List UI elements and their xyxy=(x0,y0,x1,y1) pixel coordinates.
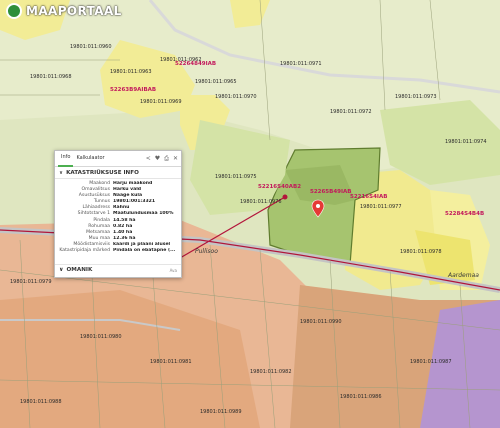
info-rows: Maakond Harju maakond Omavalitsus Harku va… xyxy=(55,179,181,254)
section-title: KATASTRIÜKSUSE INFO xyxy=(66,170,139,176)
cadastral-info-header[interactable]: ∨ KATASTRIÜKSUSE INFO xyxy=(55,167,181,179)
chevron-down-icon: ∨ xyxy=(59,170,64,176)
close-icon[interactable]: ✕ xyxy=(173,155,178,162)
share-icon[interactable]: < xyxy=(146,155,151,162)
parcel-label-highlight[interactable]: 52216S40AB2 xyxy=(258,184,301,191)
place-label: Pullisoo xyxy=(195,248,218,255)
place-label: Aardemaa xyxy=(448,272,479,279)
parcel-label[interactable]: 19801:011:0972 xyxy=(330,110,372,115)
info-row: Katastripidaja märked Pindala on ebatäpne… xyxy=(57,248,179,254)
parcel-label[interactable]: 19801:011:0975 xyxy=(215,175,257,180)
parcel-label-highlight[interactable]: 52264849IAB xyxy=(175,61,216,68)
parcel-label-highlight[interactable]: 52284S4B4B xyxy=(445,211,484,218)
parcel-info-popup[interactable]: Info Kalkulaator < ♥ ⎙ ✕ ∨ KATASTRIÜKSUS… xyxy=(54,150,182,278)
owner-title: OMANIK xyxy=(66,267,93,273)
parcel-label[interactable]: 19801:011:0971 xyxy=(280,62,322,67)
parcel-label[interactable]: 19801:011:0980 xyxy=(80,335,122,340)
parcel-label[interactable]: 19801:011:0970 xyxy=(215,95,257,100)
parcel-label[interactable]: 19801:011:0979 xyxy=(10,280,52,285)
parcel-label[interactable]: 19801:011:0977 xyxy=(360,205,402,210)
chevron-down-icon: ∨ xyxy=(59,267,64,273)
parcel-label[interactable]: 19801:011:0988 xyxy=(20,400,62,405)
parcel-label[interactable]: 19801:011:0973 xyxy=(395,95,437,100)
parcel-label[interactable]: 19801:011:0960 xyxy=(70,45,112,50)
print-icon[interactable]: ⎙ xyxy=(164,155,169,163)
like-icon[interactable]: ♥ xyxy=(155,155,160,162)
parcel-label[interactable]: 19801:011:0990 xyxy=(300,320,342,325)
owner-section-header[interactable]: ∨ OMANIK Ava xyxy=(55,264,181,275)
row-label: Katastripidaja märked xyxy=(59,248,110,254)
parcel-label[interactable]: 19801:011:0976 xyxy=(240,200,282,205)
tab-calculator[interactable]: Kalkulaator xyxy=(73,151,107,166)
parcel-label-highlight[interactable]: 52265B49IAB xyxy=(310,189,351,196)
app-title: MAAPORTAAL xyxy=(26,4,122,18)
parcel-label[interactable]: 19801:011:0965 xyxy=(195,80,237,85)
maaportaal-logo[interactable]: MAAPORTAAL xyxy=(6,3,122,19)
parcel-label[interactable]: 19801:011:0982 xyxy=(250,370,292,375)
tab-info[interactable]: Info xyxy=(58,150,74,167)
parcel-label[interactable]: 19801:011:0989 xyxy=(200,410,242,415)
parcel-label[interactable]: 19801:011:0986 xyxy=(340,395,382,400)
popup-tabs: Info Kalkulaator < ♥ ⎙ ✕ xyxy=(55,151,181,167)
parcel-label[interactable]: 19801:011:0981 xyxy=(150,360,192,365)
logo-mark-icon xyxy=(6,3,22,19)
parcel-label[interactable]: 19801:011:0974 xyxy=(445,140,487,145)
parcel-label-highlight[interactable]: 52216S4IAB xyxy=(350,194,387,201)
parcel-label[interactable]: 19801:011:0969 xyxy=(140,100,182,105)
parcel-label[interactable]: 19801:011:0963 xyxy=(110,70,152,75)
parcel-label[interactable]: 19801:011:0968 xyxy=(30,75,72,80)
parcel-label[interactable]: 19801:011:0978 xyxy=(400,250,442,255)
row-value: Pindala on ebatäpne (... xyxy=(113,248,176,254)
parcel-label-highlight[interactable]: 52263B9AIBAB xyxy=(110,87,156,94)
parcel-label[interactable]: 19801:011:0987 xyxy=(410,360,452,365)
owner-open-link[interactable]: Ava xyxy=(170,268,177,273)
